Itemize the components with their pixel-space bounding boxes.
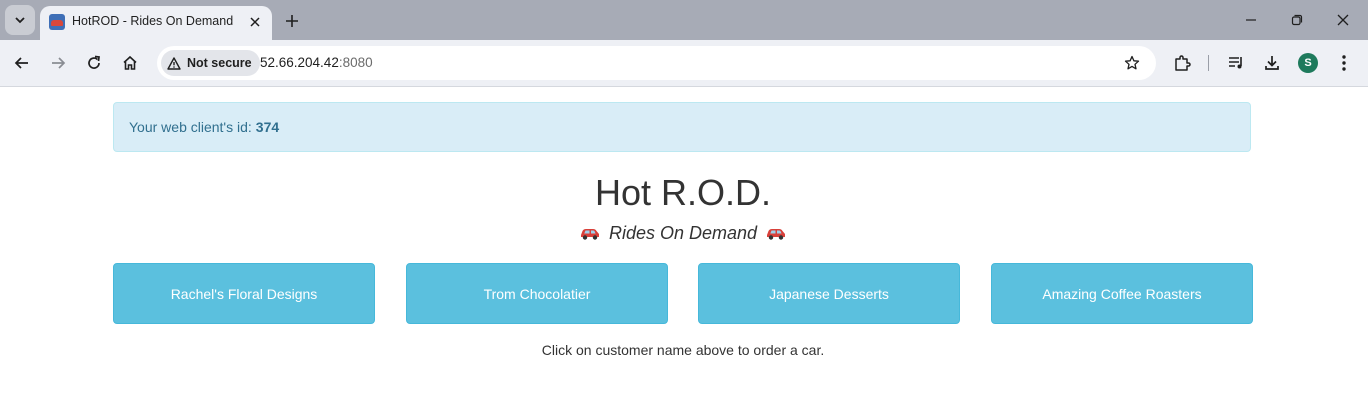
hotrod-favicon-icon	[49, 14, 65, 30]
new-tab-button[interactable]	[280, 9, 304, 33]
home-button[interactable]	[116, 49, 144, 77]
customer-button-japanese-desserts[interactable]: Japanese Desserts	[698, 263, 960, 324]
warning-triangle-icon	[167, 56, 181, 70]
address-bar[interactable]: Not secure 52.66.204.42:8080	[157, 46, 1156, 80]
restore-icon	[1291, 14, 1303, 26]
avatar: S	[1298, 53, 1318, 73]
customer-buttons: Rachel's Floral Designs Trom Chocolatier…	[113, 263, 1253, 325]
close-icon	[1337, 14, 1349, 26]
url-port: :8080	[338, 55, 373, 70]
order-hint: Click on customer name above to order a …	[541, 342, 825, 358]
subtitle-text: Rides On Demand	[608, 223, 758, 243]
tab-strip: HotROD - Rides On Demand	[0, 0, 1368, 40]
download-icon	[1265, 56, 1279, 70]
close-icon	[250, 17, 260, 27]
tab-close-button[interactable]	[246, 13, 264, 31]
reload-icon	[88, 55, 100, 69]
plus-icon	[286, 15, 298, 27]
minimize-button[interactable]	[1228, 6, 1274, 34]
customer-button-rachels-floral-designs[interactable]: Rachel's Floral Designs	[113, 263, 375, 324]
reload-button[interactable]	[80, 49, 108, 77]
star-icon	[1124, 55, 1140, 70]
profile-button[interactable]: S	[1294, 49, 1322, 77]
restore-button[interactable]	[1274, 6, 1320, 34]
extensions-button[interactable]	[1168, 49, 1196, 77]
tab-title: HotROD - Rides On Demand	[72, 14, 234, 28]
security-label: Not secure	[187, 56, 252, 70]
close-window-button[interactable]	[1320, 6, 1366, 34]
url-host: 52.66.204.42	[260, 55, 339, 70]
media-controls-button[interactable]	[1222, 49, 1250, 77]
page-title: Hot R.O.D.	[594, 172, 772, 213]
car-icon	[765, 226, 787, 240]
client-id-alert: Your web client's id: 374	[113, 102, 1251, 152]
chevron-down-icon	[15, 17, 25, 24]
home-icon	[123, 55, 137, 70]
more-vertical-icon	[1342, 55, 1346, 71]
url-text[interactable]: 52.66.204.42:8080	[260, 55, 373, 70]
car-icon	[579, 226, 601, 240]
security-chip[interactable]: Not secure	[161, 50, 260, 76]
page-subtitle: Rides On Demand	[0, 221, 1366, 245]
customer-button-trom-chocolatier[interactable]: Trom Chocolatier	[406, 263, 668, 324]
bookmark-star-button[interactable]	[1122, 53, 1142, 73]
active-tab[interactable]: HotROD - Rides On Demand	[40, 6, 272, 40]
downloads-button[interactable]	[1258, 49, 1286, 77]
tab-search-button[interactable]	[5, 5, 35, 35]
arrow-left-icon	[14, 57, 28, 69]
forward-button[interactable]	[44, 49, 72, 77]
client-id-prefix: Your web client's id:	[129, 119, 252, 135]
puzzle-icon	[1175, 55, 1191, 71]
arrow-right-icon	[52, 57, 66, 69]
toolbar-separator	[1208, 55, 1209, 71]
playlist-icon	[1229, 57, 1242, 69]
browser-toolbar: Not secure 52.66.204.42:8080 S	[0, 40, 1368, 87]
back-button[interactable]	[8, 49, 36, 77]
menu-button[interactable]	[1330, 49, 1358, 77]
minimize-icon	[1246, 19, 1256, 21]
customer-button-amazing-coffee-roasters[interactable]: Amazing Coffee Roasters	[991, 263, 1253, 324]
client-id-value: 374	[255, 119, 280, 135]
